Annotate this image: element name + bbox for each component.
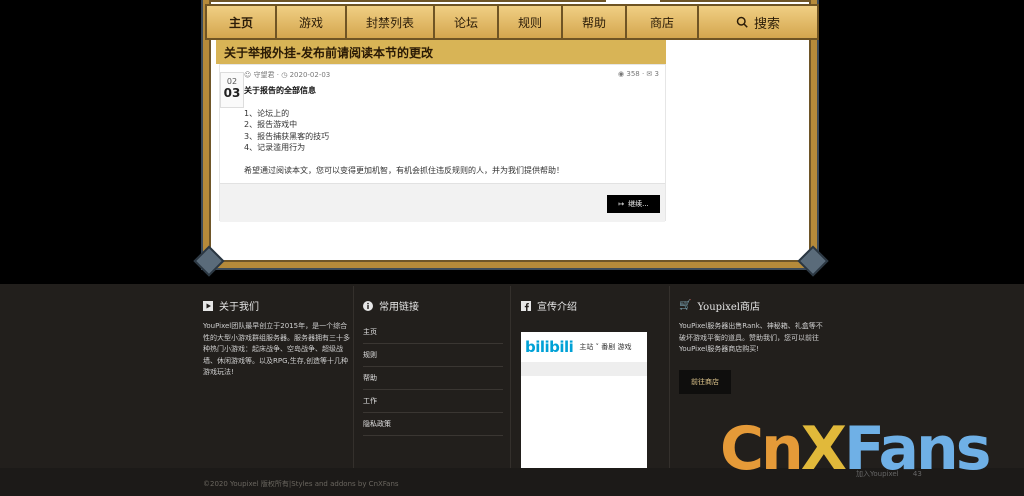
promo-title-row: 宣传介绍 bbox=[521, 298, 651, 313]
continue-label: 继续... bbox=[628, 200, 649, 208]
search-icon bbox=[736, 16, 748, 28]
nav-search[interactable]: 搜索 bbox=[699, 6, 817, 38]
footer-link-jobs[interactable]: 工作 bbox=[363, 390, 503, 413]
footer-link-help[interactable]: 帮助 bbox=[363, 367, 503, 390]
bili-header: bilibili 主站 ˅ 番剧 游戏 bbox=[521, 332, 647, 362]
search-label: 搜索 bbox=[753, 16, 780, 32]
nav-banlist[interactable]: 封禁列表 bbox=[347, 6, 435, 38]
clock-icon: · ◷ bbox=[276, 71, 288, 79]
about-title: 关于我们 bbox=[219, 302, 259, 313]
post-item: 3、报告捕获黑客的技巧 bbox=[244, 131, 330, 141]
watermark-part-fans: Fans bbox=[844, 414, 991, 484]
nav-shop[interactable]: 商店 bbox=[627, 6, 699, 38]
footer-link-privacy[interactable]: 隐私政策 bbox=[363, 413, 503, 436]
links-title: 常用链接 bbox=[379, 302, 419, 313]
about-text: YouPixel团队最早创立于2015年，是一个综合性的大型小游戏群组服务器。服… bbox=[203, 322, 350, 376]
promo-title: 宣传介绍 bbox=[537, 302, 577, 313]
post-meta: ☺ 守望君 · ◷ 2020-02-03 bbox=[244, 70, 330, 80]
eye-icon: ◉ bbox=[618, 70, 625, 78]
enter-icon: ↦ bbox=[618, 200, 625, 208]
cnxfans-watermark: CnXFans bbox=[720, 414, 991, 484]
footer-divider bbox=[669, 286, 670, 482]
post-closing: 希望通过阅读本文，您可以变得更加机智，有机会抓住违反规则的人，并为我们提供帮助！ bbox=[244, 165, 564, 175]
main-nav: 主页 游戏 封禁列表 论坛 规则 帮助 商店 搜索 bbox=[205, 4, 819, 40]
copyright: ©2020 Youpixel 版权所有|Styles and addons by… bbox=[203, 480, 399, 488]
post-date: 2020-02-03 bbox=[289, 71, 331, 79]
watermark-part-cn: Cn bbox=[720, 414, 804, 484]
nav-help[interactable]: 帮助 bbox=[563, 6, 627, 38]
info-icon bbox=[363, 300, 373, 311]
post-item: 2、报告游戏中 bbox=[244, 120, 298, 129]
nav-forum[interactable]: 论坛 bbox=[435, 6, 499, 38]
post-heading: 关于报告的全部信息 bbox=[244, 86, 316, 95]
nav-rules[interactable]: 规则 bbox=[499, 6, 563, 38]
nav-games[interactable]: 游戏 bbox=[277, 6, 347, 38]
footer-link-home[interactable]: 主页 bbox=[363, 321, 503, 344]
footer-shop: 🛒 Youpixel商店 YouPixel服务器出售Rank、神秘箱、礼盒等不破… bbox=[679, 298, 824, 394]
post-body: 关于报告的全部信息 1、论坛上的 2、报告游戏中 3、报告捕获黑客的技巧 4、记… bbox=[244, 85, 654, 176]
facebook-icon bbox=[521, 300, 531, 311]
links-title-row: 常用链接 bbox=[363, 298, 503, 313]
footer-promo: 宣传介绍 bilibili 主站 ˅ 番剧 游戏 bbox=[521, 298, 651, 470]
date-day: 03 bbox=[223, 86, 241, 100]
bili-strip bbox=[521, 362, 647, 376]
date-box: 02 03 bbox=[220, 72, 244, 108]
footer-links: 常用链接 主页 规则 帮助 工作 隐私政策 bbox=[363, 298, 503, 436]
bilibili-logo: bilibili bbox=[525, 338, 574, 356]
about-title-row: 关于我们 bbox=[203, 298, 353, 313]
post-author[interactable]: 守望君 bbox=[254, 71, 275, 79]
footer-about: 关于我们 YouPixel团队最早创立于2015年，是一个综合性的大型小游戏群组… bbox=[203, 298, 353, 379]
continue-button[interactable]: ↦ 继续... bbox=[607, 195, 660, 213]
post-footer: ↦ 继续... bbox=[220, 183, 665, 222]
nav-home[interactable]: 主页 bbox=[207, 6, 277, 38]
watermark-part-x: X bbox=[800, 414, 847, 484]
cart-icon: 🛒 bbox=[679, 300, 692, 311]
post-views: 358 bbox=[626, 70, 640, 78]
footer-divider bbox=[353, 286, 354, 482]
post-card: 02 03 ☺ 守望君 · ◷ 2020-02-03 ◉ 358 · ✉ 3 关… bbox=[219, 64, 666, 222]
shop-title: Youpixel商店 bbox=[697, 302, 761, 313]
play-square-icon bbox=[203, 300, 213, 311]
shop-title-row: 🛒 Youpixel商店 bbox=[679, 298, 824, 313]
post-stats: ◉ 358 · ✉ 3 bbox=[618, 70, 659, 78]
footer-divider bbox=[510, 286, 511, 482]
comment-icon: · ✉ bbox=[641, 70, 653, 78]
go-shop-button[interactable]: 前往商店 bbox=[679, 369, 731, 394]
promo-frame[interactable]: bilibili 主站 ˅ 番剧 游戏 bbox=[521, 332, 647, 470]
links-list: 主页 规则 帮助 工作 隐私政策 bbox=[363, 321, 503, 436]
date-month: 02 bbox=[226, 77, 238, 86]
shop-text: YouPixel服务器出售Rank、神秘箱、礼盒等不破坏游戏平衡的道具。赞助我们… bbox=[679, 322, 823, 353]
post-item: 1、论坛上的 bbox=[244, 108, 290, 118]
post-item: 4、记录滥用行为 bbox=[244, 143, 306, 152]
post-replies: 3 bbox=[654, 70, 659, 78]
post-title[interactable]: 关于举报外挂-发布前请阅读本节的更改 bbox=[216, 40, 666, 64]
footer-link-rules[interactable]: 规则 bbox=[363, 344, 503, 367]
bili-menu: 主站 ˅ 番剧 游戏 bbox=[579, 343, 632, 351]
user-icon: ☺ bbox=[244, 71, 252, 79]
